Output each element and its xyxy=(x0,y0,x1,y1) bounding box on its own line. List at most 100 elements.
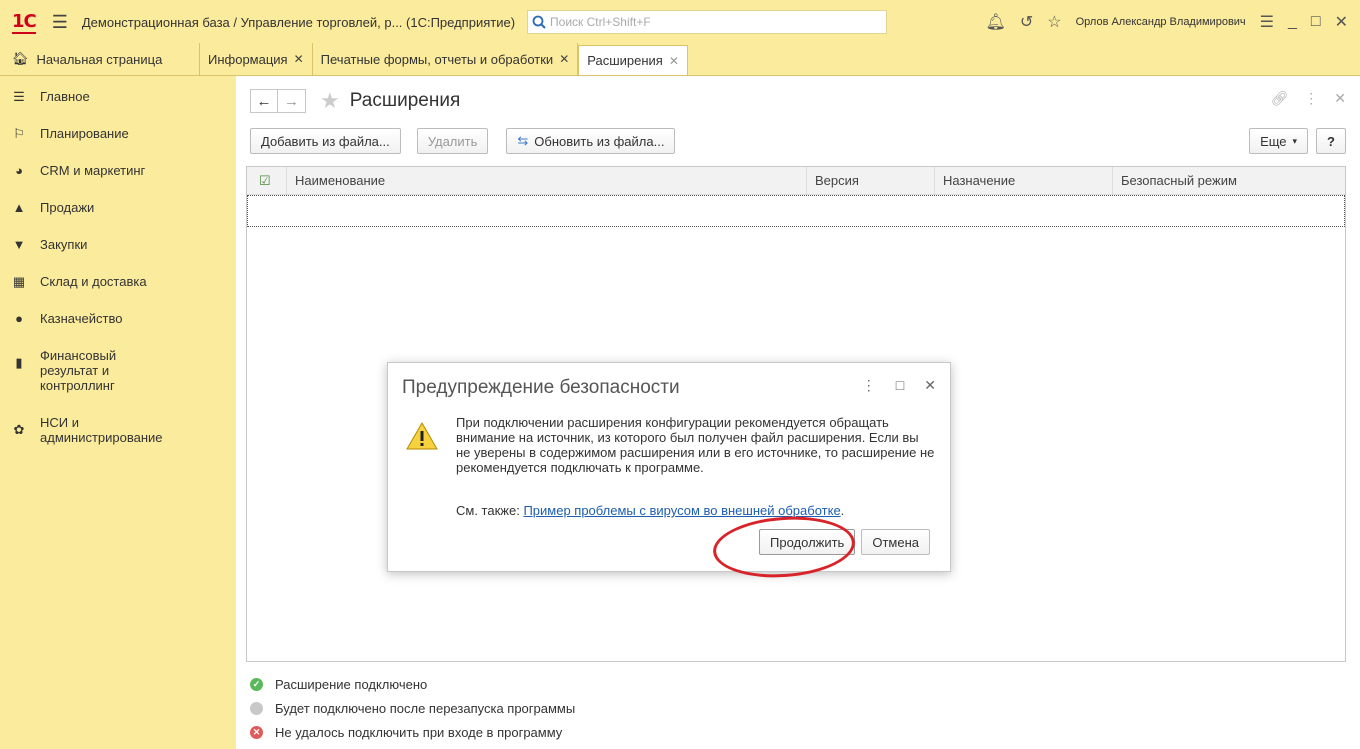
tab-extensions[interactable]: Расширения ✕ xyxy=(578,45,688,75)
chevron-down-icon: ▾ xyxy=(1292,135,1298,146)
sidebar-item-crm[interactable]: ◕ CRM и маркетинг xyxy=(0,156,236,185)
maximize-icon[interactable]: □ xyxy=(1311,13,1321,31)
column-name[interactable]: Наименование xyxy=(287,166,807,195)
warning-icon xyxy=(406,421,438,450)
search-input[interactable] xyxy=(550,15,871,29)
see-also-prefix: См. также: xyxy=(456,503,524,518)
forward-button[interactable]: → xyxy=(278,89,306,113)
sidebar-item-sales[interactable]: ▲ Продажи xyxy=(0,193,236,222)
tab-label: Информация xyxy=(208,51,288,67)
legend-label: Не удалось подключить при входе в програ… xyxy=(275,724,563,740)
sidebar-item-warehouse[interactable]: ▦ Склад и доставка xyxy=(0,267,236,296)
checkbox-column-icon[interactable]: ☑ xyxy=(247,166,287,195)
sidebar-item-label: Финансовый результат и контроллинг xyxy=(40,348,117,393)
favorite-star-icon[interactable]: ★ xyxy=(320,88,340,114)
maximize-icon[interactable]: □ xyxy=(896,377,904,394)
bag-icon: ▲ xyxy=(12,200,26,215)
sidebar-item-label: Продажи xyxy=(40,200,95,215)
sidebar-item-label: Закупки xyxy=(40,237,88,252)
delete-button[interactable]: Удалить xyxy=(416,128,489,154)
sidebar-item-label: CRM и маркетинг xyxy=(40,163,146,178)
sidebar-item-label: Казначейство xyxy=(40,311,123,326)
column-purpose[interactable]: Назначение xyxy=(935,166,1113,195)
tab-label: Расширения xyxy=(587,53,663,68)
tab-info[interactable]: Информация ✕ xyxy=(200,43,313,75)
close-tab-icon[interactable]: ✕ xyxy=(294,52,304,66)
sidebar-item-finance[interactable]: ▮ Финансовый результат и контроллинг xyxy=(0,341,236,400)
connected-icon: ✓ xyxy=(250,677,263,691)
close-icon[interactable]: ✕ xyxy=(924,377,936,394)
virus-example-link[interactable]: Пример проблемы с вирусом во внешней обр… xyxy=(523,503,840,518)
tab-home[interactable]: 🏠︎ Начальная страница xyxy=(0,43,200,75)
sidebar-item-purchases[interactable]: ▼ Закупки xyxy=(0,230,236,259)
nav-bar: ← → ★ Расширения xyxy=(250,88,460,114)
tab-label: Печатные формы, отчеты и обработки xyxy=(320,51,554,67)
see-also: См. также: Пример проблемы с вирусом во … xyxy=(456,503,844,518)
update-from-file-button[interactable]: ⇆ Обновить из файла... xyxy=(506,128,676,154)
sidebar-item-main[interactable]: ☰ Главное xyxy=(0,82,236,111)
app-logo[interactable]: 1С xyxy=(12,10,37,34)
page-title: Расширения xyxy=(349,90,461,111)
dialog-buttons: Продолжить Отмена xyxy=(759,529,930,555)
sidebar-item-label: НСИ и администрирование xyxy=(40,415,163,445)
legend: ✓ Расширение подключено Будет подключено… xyxy=(250,672,575,744)
error-icon: ✕ xyxy=(250,725,263,739)
update-from-file-label: Обновить из файла... xyxy=(534,133,665,149)
close-tab-icon[interactable]: ✕ xyxy=(669,54,679,68)
more-vertical-icon[interactable]: ⋮ xyxy=(862,377,876,394)
tab-label: Начальная страница xyxy=(36,51,163,67)
close-form-icon[interactable]: ✕ xyxy=(1334,90,1346,107)
sidebar-item-planning[interactable]: ⚐ Планирование xyxy=(0,119,236,148)
legend-label: Будет подключено после перезапуска прогр… xyxy=(275,700,576,716)
toolbar-right: Еще ▾ ? xyxy=(1249,128,1346,154)
see-also-suffix: . xyxy=(840,503,845,518)
gear-icon: ✿ xyxy=(13,422,25,437)
table-row[interactable] xyxy=(247,195,1345,227)
bell-icon[interactable]: 🔔︎ xyxy=(986,12,1006,32)
home-icon: 🏠︎ xyxy=(12,51,29,66)
close-tab-icon[interactable]: ✕ xyxy=(559,52,569,66)
sidebar-item-treasury[interactable]: ● Казначейство xyxy=(0,304,236,333)
title-bar: 1С ☰ Демонстрационная база / Управление … xyxy=(0,0,1360,44)
more-vertical-icon[interactable]: ⋮ xyxy=(1304,90,1318,107)
legend-label: Расширение подключено xyxy=(275,676,428,692)
close-icon[interactable]: ✕ xyxy=(1335,12,1348,32)
settings-icon[interactable]: ☰ xyxy=(1260,12,1274,32)
dialog-message: При подключении расширения конфигурации … xyxy=(456,415,935,475)
list-icon: ☰ xyxy=(13,89,25,104)
app-logo-text: 1С xyxy=(12,10,37,34)
dialog-title: Предупреждение безопасности xyxy=(402,377,680,398)
continue-button[interactable]: Продолжить xyxy=(759,529,856,555)
user-name[interactable]: Орлов Александр Владимирович xyxy=(1076,16,1246,28)
planning-icon: ⚐ xyxy=(13,126,25,141)
legend-item: ✓ Расширение подключено xyxy=(250,672,575,696)
link-icon[interactable]: 🔗︎ xyxy=(1270,90,1288,107)
cancel-button[interactable]: Отмена xyxy=(861,529,930,555)
help-button[interactable]: ? xyxy=(1316,128,1346,154)
tab-print-forms[interactable]: Печатные формы, отчеты и обработки ✕ xyxy=(313,43,579,75)
minimize-icon[interactable]: _ xyxy=(1288,13,1297,31)
window-title: Демонстрационная база / Управление торго… xyxy=(81,14,516,30)
sidebar-item-label: Главное xyxy=(40,89,90,104)
sidebar-item-admin[interactable]: ✿ НСИ и администрирование xyxy=(0,408,236,452)
column-safe-mode[interactable]: Безопасный режим xyxy=(1113,167,1345,195)
warehouse-icon: ▦ xyxy=(12,274,26,289)
bar-chart-icon: ▮ xyxy=(15,355,23,370)
cart-icon: ▼ xyxy=(12,237,26,252)
back-button[interactable]: ← xyxy=(250,89,278,113)
sidebar: ☰ Главное ⚐ Планирование ◕ CRM и маркети… xyxy=(0,76,236,749)
coin-icon: ● xyxy=(15,311,23,326)
column-version[interactable]: Версия xyxy=(807,166,935,195)
more-button[interactable]: Еще ▾ xyxy=(1249,128,1309,154)
history-icon[interactable]: ↺ xyxy=(1020,12,1033,32)
legend-item: Будет подключено после перезапуска прогр… xyxy=(250,696,575,720)
window-controls: 🔗︎ ⋮ ✕ xyxy=(1270,90,1346,107)
toolbar: Добавить из файла... Удалить ⇆ Обновить … xyxy=(250,128,676,154)
star-icon[interactable]: ☆ xyxy=(1047,12,1061,32)
menu-icon[interactable]: ☰ xyxy=(52,12,68,33)
update-icon: ⇆ xyxy=(517,133,529,148)
sidebar-item-label: Планирование xyxy=(40,126,129,141)
dialog-controls: ⋮ □ ✕ xyxy=(862,377,936,394)
search-box[interactable] xyxy=(527,10,888,34)
add-from-file-button[interactable]: Добавить из файла... xyxy=(250,128,401,154)
